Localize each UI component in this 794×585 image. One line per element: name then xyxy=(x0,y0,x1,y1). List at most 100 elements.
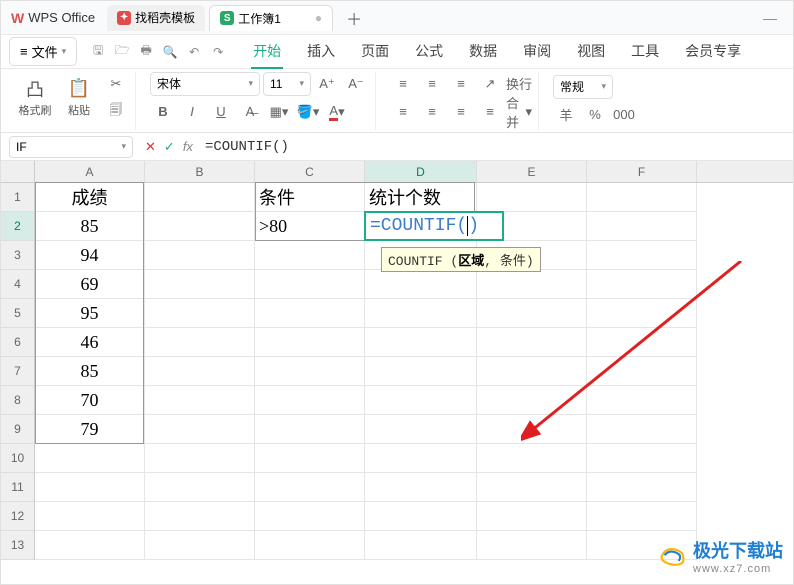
cell[interactable] xyxy=(365,328,477,357)
orientation-icon[interactable]: ↗ xyxy=(477,72,503,96)
font-name-select[interactable]: 宋体 ▾ xyxy=(150,72,260,96)
column-header-E[interactable]: E xyxy=(477,161,587,182)
cell[interactable] xyxy=(587,212,697,241)
menu-data[interactable]: 数据 xyxy=(467,35,499,69)
row-header[interactable]: 6 xyxy=(1,328,35,357)
fx-button[interactable]: fx xyxy=(183,139,193,155)
confirm-formula-button[interactable]: ✓ xyxy=(164,139,175,155)
column-header-C[interactable]: C xyxy=(255,161,365,182)
cell[interactable]: >80 xyxy=(255,212,365,241)
cell[interactable] xyxy=(477,502,587,531)
cell[interactable] xyxy=(255,415,365,444)
cell[interactable] xyxy=(477,183,587,212)
row-header[interactable]: 5 xyxy=(1,299,35,328)
cell[interactable] xyxy=(477,473,587,502)
cell[interactable] xyxy=(145,473,255,502)
row-header[interactable]: 2 xyxy=(1,212,35,241)
cell[interactable] xyxy=(587,415,697,444)
strike-button[interactable]: A̶ xyxy=(237,100,263,124)
cell[interactable]: 79 xyxy=(35,415,145,444)
cell[interactable] xyxy=(145,502,255,531)
cell[interactable] xyxy=(365,270,477,299)
cell[interactable] xyxy=(145,241,255,270)
cell[interactable] xyxy=(365,386,477,415)
cell[interactable] xyxy=(255,299,365,328)
cell[interactable] xyxy=(145,299,255,328)
cell[interactable] xyxy=(145,386,255,415)
cell[interactable] xyxy=(35,473,145,502)
bold-button[interactable]: B xyxy=(150,100,176,124)
align-right-icon[interactable]: ≡ xyxy=(448,100,474,124)
cell[interactable] xyxy=(477,531,587,560)
font-color-button[interactable]: A▾ xyxy=(324,100,350,124)
paste-button[interactable]: 📋 粘贴 xyxy=(59,72,99,122)
font-size-select[interactable]: 11 ▾ xyxy=(263,72,311,96)
cell[interactable] xyxy=(145,270,255,299)
cell[interactable]: 94 xyxy=(35,241,145,270)
cell[interactable] xyxy=(477,415,587,444)
window-minimize-icon[interactable]: — xyxy=(755,10,785,26)
cut-icon[interactable]: ✂ xyxy=(103,72,129,96)
menu-insert[interactable]: 插入 xyxy=(305,35,337,69)
align-center-icon[interactable]: ≡ xyxy=(419,100,445,124)
cell[interactable] xyxy=(255,328,365,357)
cell[interactable] xyxy=(255,444,365,473)
fill-color-button[interactable]: 🪣▾ xyxy=(295,100,321,124)
cell[interactable] xyxy=(587,444,697,473)
formula-input[interactable]: =COUNTIF() xyxy=(205,139,785,155)
cell[interactable]: 条件 xyxy=(255,183,365,212)
row-header[interactable]: 4 xyxy=(1,270,35,299)
cell[interactable] xyxy=(365,502,477,531)
copy-icon[interactable]: 🗐 xyxy=(103,100,129,124)
menu-review[interactable]: 审阅 xyxy=(521,35,553,69)
align-top-icon[interactable]: ≡ xyxy=(390,72,416,96)
align-middle-icon[interactable]: ≡ xyxy=(419,72,445,96)
cell[interactable] xyxy=(587,328,697,357)
increase-font-icon[interactable]: A⁺ xyxy=(314,72,340,96)
merge-button[interactable]: 合并▾ xyxy=(506,100,532,124)
tab-workbook[interactable]: S 工作簿1 ● xyxy=(209,5,333,31)
percent-button[interactable]: % xyxy=(582,103,608,127)
cell[interactable] xyxy=(587,299,697,328)
indent-icon[interactable]: ≡ xyxy=(477,100,503,124)
open-icon[interactable]: 🗁 xyxy=(113,43,131,61)
cell[interactable] xyxy=(477,357,587,386)
align-left-icon[interactable]: ≡ xyxy=(390,100,416,124)
cell[interactable] xyxy=(587,502,697,531)
column-header-A[interactable]: A xyxy=(35,161,145,182)
cell[interactable] xyxy=(365,444,477,473)
italic-button[interactable]: I xyxy=(179,100,205,124)
tab-template[interactable]: ✦ 找稻壳模板 xyxy=(107,5,205,31)
format-painter-button[interactable]: 凸 格式刷 xyxy=(15,72,55,122)
row-header[interactable]: 1 xyxy=(1,183,35,212)
cell[interactable] xyxy=(587,357,697,386)
align-bottom-icon[interactable]: ≡ xyxy=(448,72,474,96)
cell[interactable]: 95 xyxy=(35,299,145,328)
row-header[interactable]: 13 xyxy=(1,531,35,560)
cell[interactable] xyxy=(587,473,697,502)
cell[interactable] xyxy=(365,415,477,444)
cell[interactable]: 85 xyxy=(35,357,145,386)
cell[interactable] xyxy=(587,183,697,212)
cell[interactable] xyxy=(365,473,477,502)
cell[interactable]: 69 xyxy=(35,270,145,299)
cell[interactable] xyxy=(255,241,365,270)
cell[interactable]: 85 xyxy=(35,212,145,241)
number-format-select[interactable]: 常规 ▾ xyxy=(553,75,613,99)
cell[interactable] xyxy=(255,531,365,560)
underline-button[interactable]: U xyxy=(208,100,234,124)
cell[interactable] xyxy=(145,212,255,241)
menu-member[interactable]: 会员专享 xyxy=(683,35,743,69)
file-menu-button[interactable]: ≡ 文件 ▾ xyxy=(9,37,77,66)
currency-button[interactable]: 羊 xyxy=(553,103,579,127)
cell[interactable] xyxy=(365,531,477,560)
cell[interactable] xyxy=(255,473,365,502)
active-cell-editor[interactable]: =COUNTIF() xyxy=(364,211,504,241)
cell[interactable] xyxy=(255,502,365,531)
cell[interactable] xyxy=(35,444,145,473)
row-header[interactable]: 9 xyxy=(1,415,35,444)
cell[interactable] xyxy=(477,270,587,299)
print-icon[interactable]: 🖶 xyxy=(137,43,155,61)
thousands-button[interactable]: 000 xyxy=(611,103,637,127)
select-all-corner[interactable] xyxy=(1,161,35,182)
